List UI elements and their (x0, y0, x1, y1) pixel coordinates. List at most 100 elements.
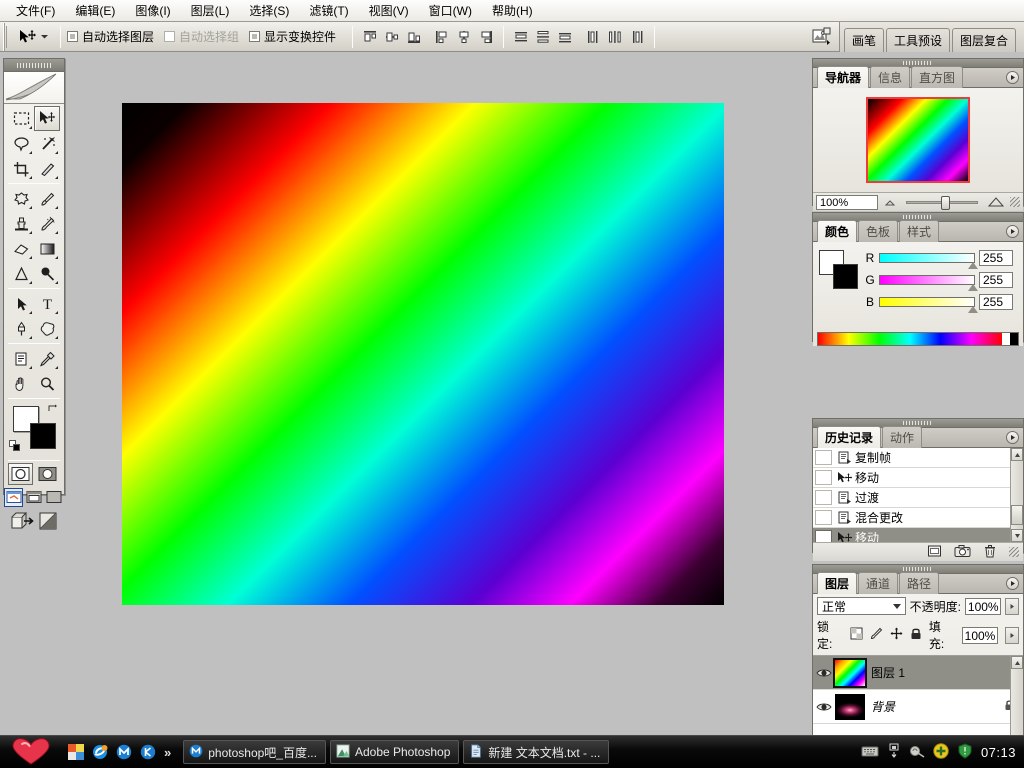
color-menu-icon[interactable] (1006, 225, 1019, 238)
gradient-tool[interactable] (34, 236, 60, 261)
create-snapshot-icon[interactable] (954, 544, 971, 561)
align-top-edges-button[interactable] (359, 27, 381, 47)
layer-thumbnail[interactable] (835, 694, 865, 720)
antivirus-icon[interactable] (957, 743, 973, 762)
menu-layer[interactable]: 图层(L) (181, 1, 240, 21)
palette-tab-tool-presets[interactable]: 工具预设 (886, 28, 950, 53)
document-canvas[interactable] (122, 103, 724, 605)
task-button-browser[interactable]: photoshop吧_百度... (183, 740, 326, 764)
menu-select[interactable]: 选择(S) (239, 1, 299, 21)
menu-image[interactable]: 图像(I) (125, 1, 180, 21)
fill-slider-arrow[interactable] (1005, 627, 1019, 644)
dodge-tool[interactable] (34, 261, 60, 286)
blue-channel-value[interactable]: 255 (979, 294, 1013, 310)
type-tool[interactable]: T (34, 291, 60, 316)
history-item[interactable]: 移动 (813, 528, 1023, 542)
hand-tool[interactable] (8, 371, 34, 396)
menu-help[interactable]: 帮助(H) (482, 1, 543, 21)
history-brush-tool[interactable] (34, 211, 60, 236)
delete-state-icon[interactable] (983, 544, 997, 561)
quick-launch-overflow[interactable]: » (164, 745, 171, 760)
layer-row[interactable]: 背景 (813, 690, 1023, 724)
align-vertical-centers-button[interactable] (381, 27, 403, 47)
eyedropper-tool[interactable] (34, 346, 60, 371)
lasso-tool[interactable] (8, 131, 34, 156)
language-bar-icon[interactable] (887, 743, 901, 762)
history-menu-icon[interactable] (1006, 431, 1019, 444)
tab-actions[interactable]: 动作 (882, 426, 922, 448)
options-bar-grip[interactable] (0, 23, 9, 51)
active-tool-chip[interactable] (13, 25, 52, 49)
tab-info[interactable]: 信息 (870, 66, 910, 88)
menu-window[interactable]: 窗口(W) (419, 1, 482, 21)
lock-image-pixels-icon[interactable] (870, 627, 883, 643)
zoom-slider[interactable] (906, 201, 978, 204)
history-snapshot-checkbox[interactable] (815, 470, 832, 485)
kingsoft-icon[interactable] (140, 744, 156, 760)
distribute-top-edges-button[interactable] (510, 27, 532, 47)
full-screen-mode-button[interactable] (45, 488, 64, 507)
layer-visibility-icon[interactable] (813, 701, 835, 713)
zoom-in-icon[interactable] (987, 196, 1005, 208)
history-item[interactable]: 复制帧 (813, 448, 1023, 468)
standard-mode-button[interactable] (8, 463, 33, 485)
green-channel-slider[interactable] (879, 275, 975, 285)
eraser-tool[interactable] (8, 236, 34, 261)
zoom-slider-knob[interactable] (941, 196, 950, 210)
distribute-horizontal-centers-button[interactable] (604, 27, 626, 47)
background-color-swatch[interactable] (30, 423, 56, 449)
background-swatch[interactable] (833, 264, 858, 289)
history-item[interactable]: 移动 (813, 468, 1023, 488)
menu-file[interactable]: 文件(F) (6, 1, 65, 21)
tab-channels[interactable]: 通道 (858, 572, 898, 594)
security-shield-icon[interactable] (933, 743, 949, 762)
tab-swatches[interactable]: 色板 (858, 220, 898, 242)
tab-layers[interactable]: 图层 (817, 572, 857, 594)
blue-channel-knob[interactable] (968, 306, 978, 313)
show-desktop-icon[interactable] (68, 744, 84, 760)
align-left-edges-button[interactable] (431, 27, 453, 47)
history-resize-grip[interactable] (1009, 547, 1019, 557)
zoom-value-field[interactable]: 100% (816, 195, 878, 210)
tab-styles[interactable]: 样式 (899, 220, 939, 242)
notes-tool[interactable] (8, 346, 34, 371)
pen-tool[interactable] (8, 316, 34, 341)
blur-tool[interactable] (8, 261, 34, 286)
scroll-down-icon[interactable] (1011, 529, 1023, 542)
align-horizontal-centers-button[interactable] (453, 27, 475, 47)
opacity-value[interactable]: 100% (965, 598, 1001, 615)
scroll-up-icon[interactable] (1011, 448, 1023, 461)
keyboard-icon[interactable] (861, 745, 879, 760)
taskbar-clock[interactable]: 07:13 (981, 745, 1016, 760)
brush-tool[interactable] (34, 186, 60, 211)
clone-stamp-tool[interactable] (8, 211, 34, 236)
align-bottom-edges-button[interactable] (403, 27, 425, 47)
green-channel-knob[interactable] (968, 284, 978, 291)
tab-paths[interactable]: 路径 (899, 572, 939, 594)
maxthon-browser-icon[interactable] (116, 744, 132, 760)
menu-view[interactable]: 视图(V) (359, 1, 419, 21)
quick-mask-mode-button[interactable] (35, 463, 60, 485)
new-document-from-state-icon[interactable] (927, 544, 942, 561)
align-right-edges-button[interactable] (475, 27, 497, 47)
marquee-tool[interactable] (8, 106, 34, 131)
history-snapshot-checkbox[interactable] (815, 450, 832, 465)
history-item[interactable]: 混合更改 (813, 508, 1023, 528)
show-transform-controls-checkbox[interactable]: 显示变换控件 (249, 28, 336, 45)
scroll-up-icon[interactable] (1011, 656, 1023, 669)
jump-to-other-icon[interactable] (37, 511, 59, 534)
lock-position-icon[interactable] (890, 627, 903, 643)
layer-name[interactable]: 图层 1 (871, 664, 905, 681)
toolbox-title-grip[interactable] (4, 59, 64, 72)
custom-shape-tool[interactable] (34, 316, 60, 341)
file-browser-icon[interactable] (809, 24, 835, 50)
zoom-tool[interactable] (34, 371, 60, 396)
full-screen-with-menubar-button[interactable] (24, 488, 43, 507)
history-scrollbar[interactable] (1010, 448, 1023, 542)
history-snapshot-checkbox[interactable] (815, 510, 832, 525)
default-colors-icon[interactable] (9, 440, 21, 452)
slice-tool[interactable] (34, 156, 60, 181)
tab-histogram[interactable]: 直方图 (911, 66, 963, 88)
layers-menu-icon[interactable] (1006, 577, 1019, 590)
tab-navigator[interactable]: 导航器 (817, 66, 869, 88)
